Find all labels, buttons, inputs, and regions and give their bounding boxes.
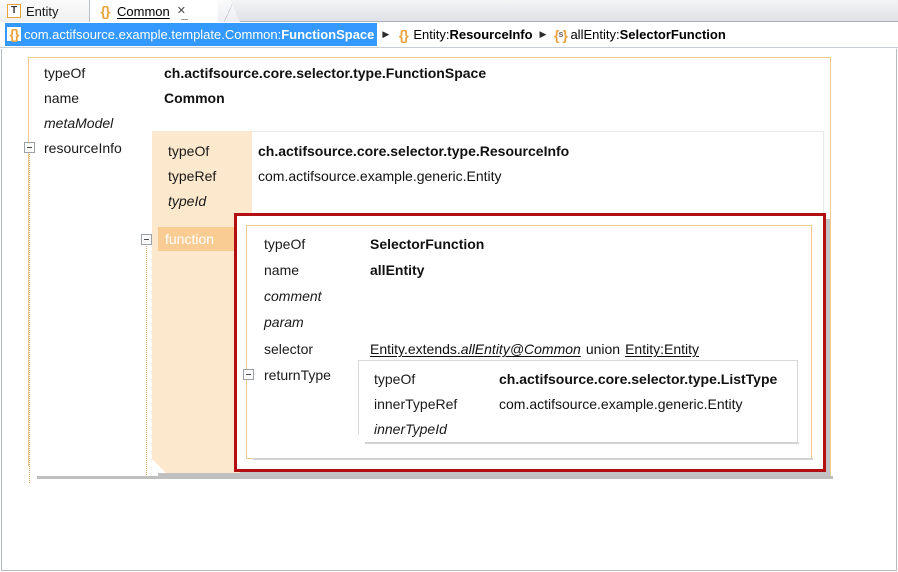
- row-res-typeof: typeOf: [168, 138, 209, 164]
- row-metamodel-label: metaModel: [44, 115, 113, 131]
- breadcrumb-resourceinfo-text: Entity:ResourceInfo: [413, 27, 532, 42]
- breadcrumb-selectorfunction-text: allEntity:SelectorFunction: [570, 27, 725, 42]
- selector-link-extends[interactable]: Entity.extends.allEntity@Common: [370, 341, 581, 357]
- row-name-value-wrap: Common: [164, 85, 225, 111]
- row-fn-comment: comment: [264, 283, 322, 309]
- row-rt-typeof-value: ch.actifsource.core.selector.type.ListTy…: [499, 371, 777, 387]
- breadcrumb-resourceinfo-type: ResourceInfo: [449, 27, 532, 42]
- tab-entity-label: Entity: [26, 4, 59, 19]
- row-fn-typeof-value-wrap: SelectorFunction: [370, 231, 484, 257]
- breadcrumb-functionspace-text: com.actifsource.example.template.Common:…: [24, 27, 374, 42]
- row-fn-selector-value-wrap: Entity.extends.allEntity@Common union En…: [370, 336, 699, 362]
- editor-tab-bar: T Entity {} Common ✕: [0, 0, 898, 22]
- selection-frame-shadow-right: [826, 219, 830, 476]
- close-icon[interactable]: ✕: [177, 6, 186, 17]
- function-label-highlighted[interactable]: function: [158, 227, 244, 251]
- breadcrumb-separator-icon: ▶: [382, 30, 389, 39]
- row-name-label: name: [44, 90, 79, 106]
- row-fn-comment-label: comment: [264, 288, 322, 304]
- selector-link-extends-italic: allEntity@Common: [461, 341, 581, 357]
- row-rt-typeof-value-wrap: ch.actifsource.core.selector.type.ListTy…: [499, 366, 777, 392]
- row-res-typeref: typeRef: [168, 163, 216, 189]
- selector-icon-letter: s: [558, 30, 562, 39]
- breadcrumb-selectorfunction-type: SelectorFunction: [620, 27, 726, 42]
- breadcrumb-separator-icon-2: ▶: [540, 30, 547, 39]
- row-fn-returntype: returnType: [264, 362, 331, 388]
- row-rt-innertyperef-value-wrap: com.actifsource.example.generic.Entity: [499, 391, 743, 417]
- beige-column-shadow: [158, 473, 252, 476]
- row-fn-returntype-label: returnType: [264, 367, 331, 383]
- breadcrumb-functionspace-type: FunctionSpace: [281, 27, 374, 42]
- row-fn-typeof-label: typeOf: [264, 236, 305, 252]
- row-res-typeof-value: ch.actifsource.core.selector.type.Resour…: [258, 143, 569, 159]
- row-fn-typeof: typeOf: [264, 231, 305, 257]
- row-rt-innertypeid: innerTypeId: [374, 416, 447, 442]
- row-resourceinfo-label: resourceInfo: [44, 140, 122, 156]
- selector-link-entity[interactable]: Entity:Entity: [625, 341, 699, 357]
- row-res-typeref-label: typeRef: [168, 168, 216, 184]
- tree-guide-line: [29, 154, 30, 484]
- row-fn-name-value: allEntity: [370, 262, 424, 278]
- breadcrumb-selectorfunction-prefix: allEntity:: [570, 27, 619, 42]
- breadcrumb-item-resourceinfo[interactable]: {} Entity:ResourceInfo: [394, 25, 534, 45]
- row-rt-typeof: typeOf: [374, 366, 415, 392]
- braces-icon: {}: [396, 28, 410, 42]
- row-rt-innertyperef-value: com.actifsource.example.generic.Entity: [499, 396, 743, 412]
- row-fn-name-label: name: [264, 262, 299, 278]
- breadcrumb-item-selectorfunction[interactable]: {s} allEntity:SelectorFunction: [551, 25, 727, 45]
- row-res-typeof-label: typeOf: [168, 143, 209, 159]
- tab-bar-tail: [218, 0, 240, 22]
- returntype-panel-corner-notch: [358, 434, 367, 443]
- row-typeof-value-wrap: ch.actifsource.core.selector.type.Functi…: [164, 60, 486, 86]
- expand-toggle-resourceinfo[interactable]: [24, 142, 35, 153]
- tab-common-label: Common: [117, 4, 170, 19]
- row-typeof-label: typeOf: [44, 65, 85, 81]
- row-name: name: [44, 85, 79, 111]
- row-fn-selector: selector: [264, 336, 313, 362]
- row-typeof: typeOf: [44, 60, 85, 86]
- function-label-text: function: [165, 231, 214, 247]
- beige-column-corner-notch: [152, 459, 166, 473]
- selection-frame-shadow-bottom: [240, 472, 830, 476]
- row-typeof-value: ch.actifsource.core.selector.type.Functi…: [164, 65, 486, 81]
- row-res-typeref-value-wrap: com.actifsource.example.generic.Entity: [258, 163, 502, 189]
- eclipse-editor-window: T Entity {} Common ✕ {} com.actifsource.…: [0, 0, 898, 572]
- expand-toggle-returntype[interactable]: [243, 369, 254, 380]
- row-rt-typeof-label: typeOf: [374, 371, 415, 387]
- row-fn-typeof-value: SelectorFunction: [370, 236, 484, 252]
- breadcrumb-item-functionspace[interactable]: {} com.actifsource.example.template.Comm…: [5, 23, 377, 46]
- braces-icon: {}: [98, 4, 112, 18]
- selector-operator: union: [581, 341, 625, 357]
- selector-icon: {s}: [553, 28, 567, 42]
- tree-guide-line-function: [146, 246, 147, 476]
- row-rt-innertyperef-label: innerTypeRef: [374, 396, 457, 412]
- row-rt-innertypeid-label: innerTypeId: [374, 421, 447, 437]
- row-fn-param-label: param: [264, 314, 304, 330]
- row-resourceinfo: resourceInfo: [44, 135, 122, 161]
- row-fn-param: param: [264, 309, 304, 335]
- braces-icon: {}: [7, 27, 21, 41]
- selector-link-extends-plain: Entity.extends.: [370, 341, 461, 357]
- breadcrumb-functionspace-prefix: com.actifsource.example.template.Common:: [24, 27, 281, 42]
- row-res-typeref-value: com.actifsource.example.generic.Entity: [258, 168, 502, 184]
- row-fn-selector-label: selector: [264, 341, 313, 357]
- editor-canvas: typeOf ch.actifsource.core.selector.type…: [1, 49, 897, 571]
- expand-toggle-function[interactable]: [141, 234, 152, 245]
- row-fn-name-value-wrap: allEntity: [370, 257, 424, 283]
- row-fn-name: name: [264, 257, 299, 283]
- row-res-typeid-label: typeId: [168, 193, 206, 209]
- tab-common[interactable]: {} Common ✕: [90, 0, 218, 22]
- row-rt-innertyperef: innerTypeRef: [374, 391, 457, 417]
- row-metamodel: metaModel: [44, 110, 113, 136]
- tab-entity[interactable]: T Entity: [0, 0, 90, 22]
- text-file-icon: T: [7, 4, 21, 18]
- row-name-value: Common: [164, 90, 225, 106]
- breadcrumb: {} com.actifsource.example.template.Comm…: [0, 22, 898, 48]
- row-res-typeid: typeId: [168, 188, 206, 214]
- breadcrumb-resourceinfo-prefix: Entity:: [413, 27, 449, 42]
- row-res-typeof-value-wrap: ch.actifsource.core.selector.type.Resour…: [258, 138, 569, 164]
